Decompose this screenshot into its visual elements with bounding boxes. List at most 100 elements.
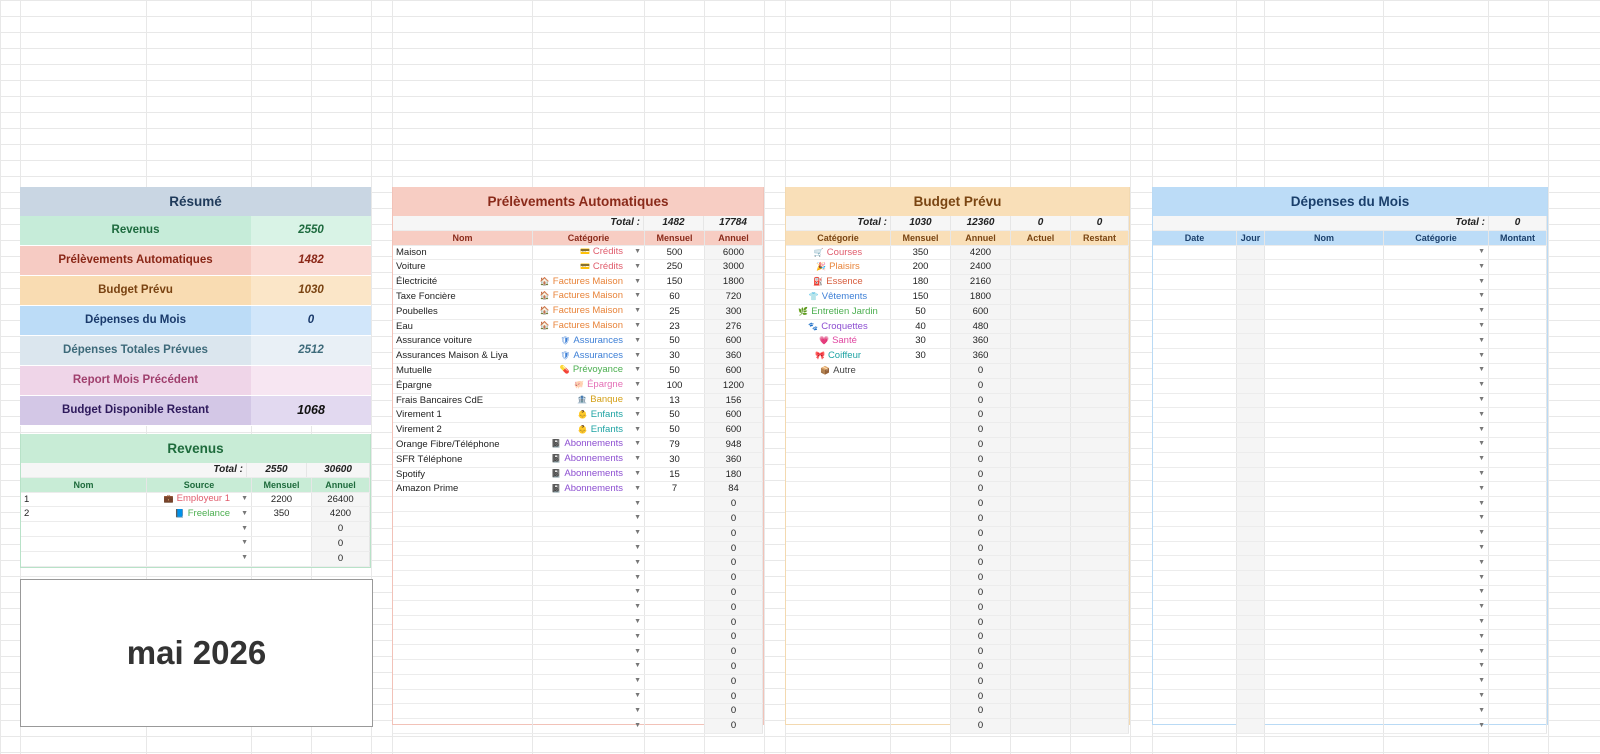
prelevement-nom[interactable]: Mutuelle: [393, 363, 533, 378]
depense-categorie-dropdown[interactable]: ▼: [1384, 289, 1489, 304]
depense-montant[interactable]: [1489, 452, 1547, 467]
depense-nom[interactable]: [1265, 645, 1384, 659]
chevron-down-icon[interactable]: ▼: [633, 379, 641, 393]
budget-categorie[interactable]: 🎉 Plaisirs: [786, 260, 891, 275]
chevron-down-icon[interactable]: ▼: [1477, 364, 1485, 378]
prelevement-categorie-dropdown[interactable]: 🛡 Assurances ▼: [533, 349, 645, 363]
chevron-down-icon[interactable]: ▼: [1477, 290, 1485, 304]
prelevement-nom[interactable]: [393, 585, 533, 600]
depense-montant[interactable]: [1489, 511, 1547, 526]
chevron-down-icon[interactable]: ▼: [633, 334, 641, 348]
budget-mensuel[interactable]: [891, 615, 951, 630]
budget-mensuel[interactable]: [891, 704, 951, 719]
depense-categorie-dropdown[interactable]: ▼: [1384, 526, 1489, 541]
budget-categorie[interactable]: [786, 659, 891, 674]
budget-mensuel[interactable]: [891, 482, 951, 497]
prelevement-mensuel[interactable]: 100: [645, 378, 705, 393]
depense-categorie-dropdown[interactable]: ▼: [1384, 615, 1489, 630]
depense-nom[interactable]: [1265, 600, 1384, 615]
prelevement-mensuel[interactable]: [645, 674, 705, 689]
depense-date[interactable]: [1153, 704, 1237, 719]
depense-date[interactable]: [1153, 363, 1237, 378]
prelevement-categorie-dropdown[interactable]: 🐖 Épargne ▼: [533, 378, 645, 393]
prelevement-categorie-dropdown[interactable]: 🏠 Factures Maison ▼: [533, 275, 645, 289]
prelevement-nom[interactable]: Amazon Prime: [393, 482, 533, 497]
summary-value[interactable]: 0: [251, 306, 371, 335]
chevron-down-icon[interactable]: ▼: [633, 408, 641, 422]
chevron-down-icon[interactable]: ▼: [633, 394, 641, 408]
prelevement-mensuel[interactable]: 7: [645, 482, 705, 497]
chevron-down-icon[interactable]: ▼: [633, 364, 641, 378]
budget-categorie[interactable]: [786, 541, 891, 556]
depense-categorie-dropdown[interactable]: ▼: [1384, 363, 1489, 378]
chevron-down-icon[interactable]: ▼: [1477, 482, 1485, 496]
prelevement-categorie-dropdown[interactable]: 💳 Crédits ▼: [533, 245, 645, 260]
depense-nom[interactable]: [1265, 719, 1384, 733]
budget-categorie[interactable]: [786, 467, 891, 482]
depense-montant[interactable]: [1489, 260, 1547, 275]
prelevement-mensuel[interactable]: [645, 526, 705, 541]
budget-categorie[interactable]: [786, 571, 891, 585]
chevron-down-icon[interactable]: ▼: [1477, 660, 1485, 674]
chevron-down-icon[interactable]: ▼: [1477, 305, 1485, 319]
depense-montant[interactable]: [1489, 556, 1547, 571]
depense-montant[interactable]: [1489, 674, 1547, 689]
depense-nom[interactable]: [1265, 349, 1384, 363]
chevron-down-icon[interactable]: ▼: [633, 320, 641, 334]
budget-mensuel[interactable]: [891, 393, 951, 408]
depense-nom[interactable]: [1265, 423, 1384, 437]
chevron-down-icon[interactable]: ▼: [1477, 334, 1485, 348]
budget-mensuel[interactable]: [891, 689, 951, 704]
depense-date[interactable]: [1153, 630, 1237, 645]
depense-nom[interactable]: [1265, 497, 1384, 511]
chevron-down-icon[interactable]: ▼: [1477, 320, 1485, 334]
chevron-down-icon[interactable]: ▼: [1477, 527, 1485, 541]
budget-categorie[interactable]: 🎀 Coiffeur: [786, 349, 891, 363]
chevron-down-icon[interactable]: ▼: [633, 645, 641, 659]
budget-mensuel[interactable]: [891, 585, 951, 600]
budget-mensuel[interactable]: 150: [891, 289, 951, 304]
depense-montant[interactable]: [1489, 289, 1547, 304]
prelevement-nom[interactable]: [393, 511, 533, 526]
prelevement-mensuel[interactable]: [645, 704, 705, 719]
budget-categorie[interactable]: [786, 482, 891, 497]
prelevement-nom[interactable]: [393, 659, 533, 674]
revenus-mensuel[interactable]: 350: [252, 507, 312, 522]
budget-categorie[interactable]: [786, 393, 891, 408]
prelevement-mensuel[interactable]: [645, 630, 705, 645]
budget-categorie[interactable]: [786, 689, 891, 704]
chevron-down-icon[interactable]: ▼: [633, 453, 641, 467]
prelevement-categorie-dropdown[interactable]: ▼: [533, 659, 645, 674]
depense-nom[interactable]: [1265, 541, 1384, 556]
prelevement-mensuel[interactable]: 13: [645, 393, 705, 408]
prelevement-categorie-dropdown[interactable]: ▼: [533, 511, 645, 526]
revenus-source-dropdown[interactable]: ▼: [147, 551, 252, 566]
prelevement-mensuel[interactable]: [645, 556, 705, 571]
depense-nom[interactable]: [1265, 408, 1384, 423]
chevron-down-icon[interactable]: ▼: [633, 349, 641, 363]
depense-date[interactable]: [1153, 423, 1237, 437]
chevron-down-icon[interactable]: ▼: [240, 537, 248, 551]
depense-date[interactable]: [1153, 334, 1237, 349]
prelevement-nom[interactable]: Eau: [393, 319, 533, 334]
revenus-nom[interactable]: 1: [21, 492, 147, 507]
depense-date[interactable]: [1153, 319, 1237, 334]
budget-categorie[interactable]: [786, 497, 891, 511]
chevron-down-icon[interactable]: ▼: [633, 305, 641, 319]
revenus-mensuel[interactable]: [252, 551, 312, 566]
depense-montant[interactable]: [1489, 645, 1547, 659]
chevron-down-icon[interactable]: ▼: [633, 290, 641, 304]
depense-nom[interactable]: [1265, 334, 1384, 349]
prelevement-categorie-dropdown[interactable]: 🏠 Factures Maison ▼: [533, 319, 645, 334]
depense-date[interactable]: [1153, 511, 1237, 526]
prelevement-categorie-dropdown[interactable]: ▼: [533, 571, 645, 585]
chevron-down-icon[interactable]: ▼: [633, 512, 641, 526]
depense-nom[interactable]: [1265, 319, 1384, 334]
depense-date[interactable]: [1153, 645, 1237, 659]
prelevement-mensuel[interactable]: 50: [645, 408, 705, 423]
prelevement-nom[interactable]: Virement 2: [393, 423, 533, 437]
budget-categorie[interactable]: 🌿 Entretien Jardin: [786, 304, 891, 319]
prelevement-nom[interactable]: Maison: [393, 245, 533, 260]
budget-categorie[interactable]: [786, 423, 891, 437]
chevron-down-icon[interactable]: ▼: [1477, 394, 1485, 408]
